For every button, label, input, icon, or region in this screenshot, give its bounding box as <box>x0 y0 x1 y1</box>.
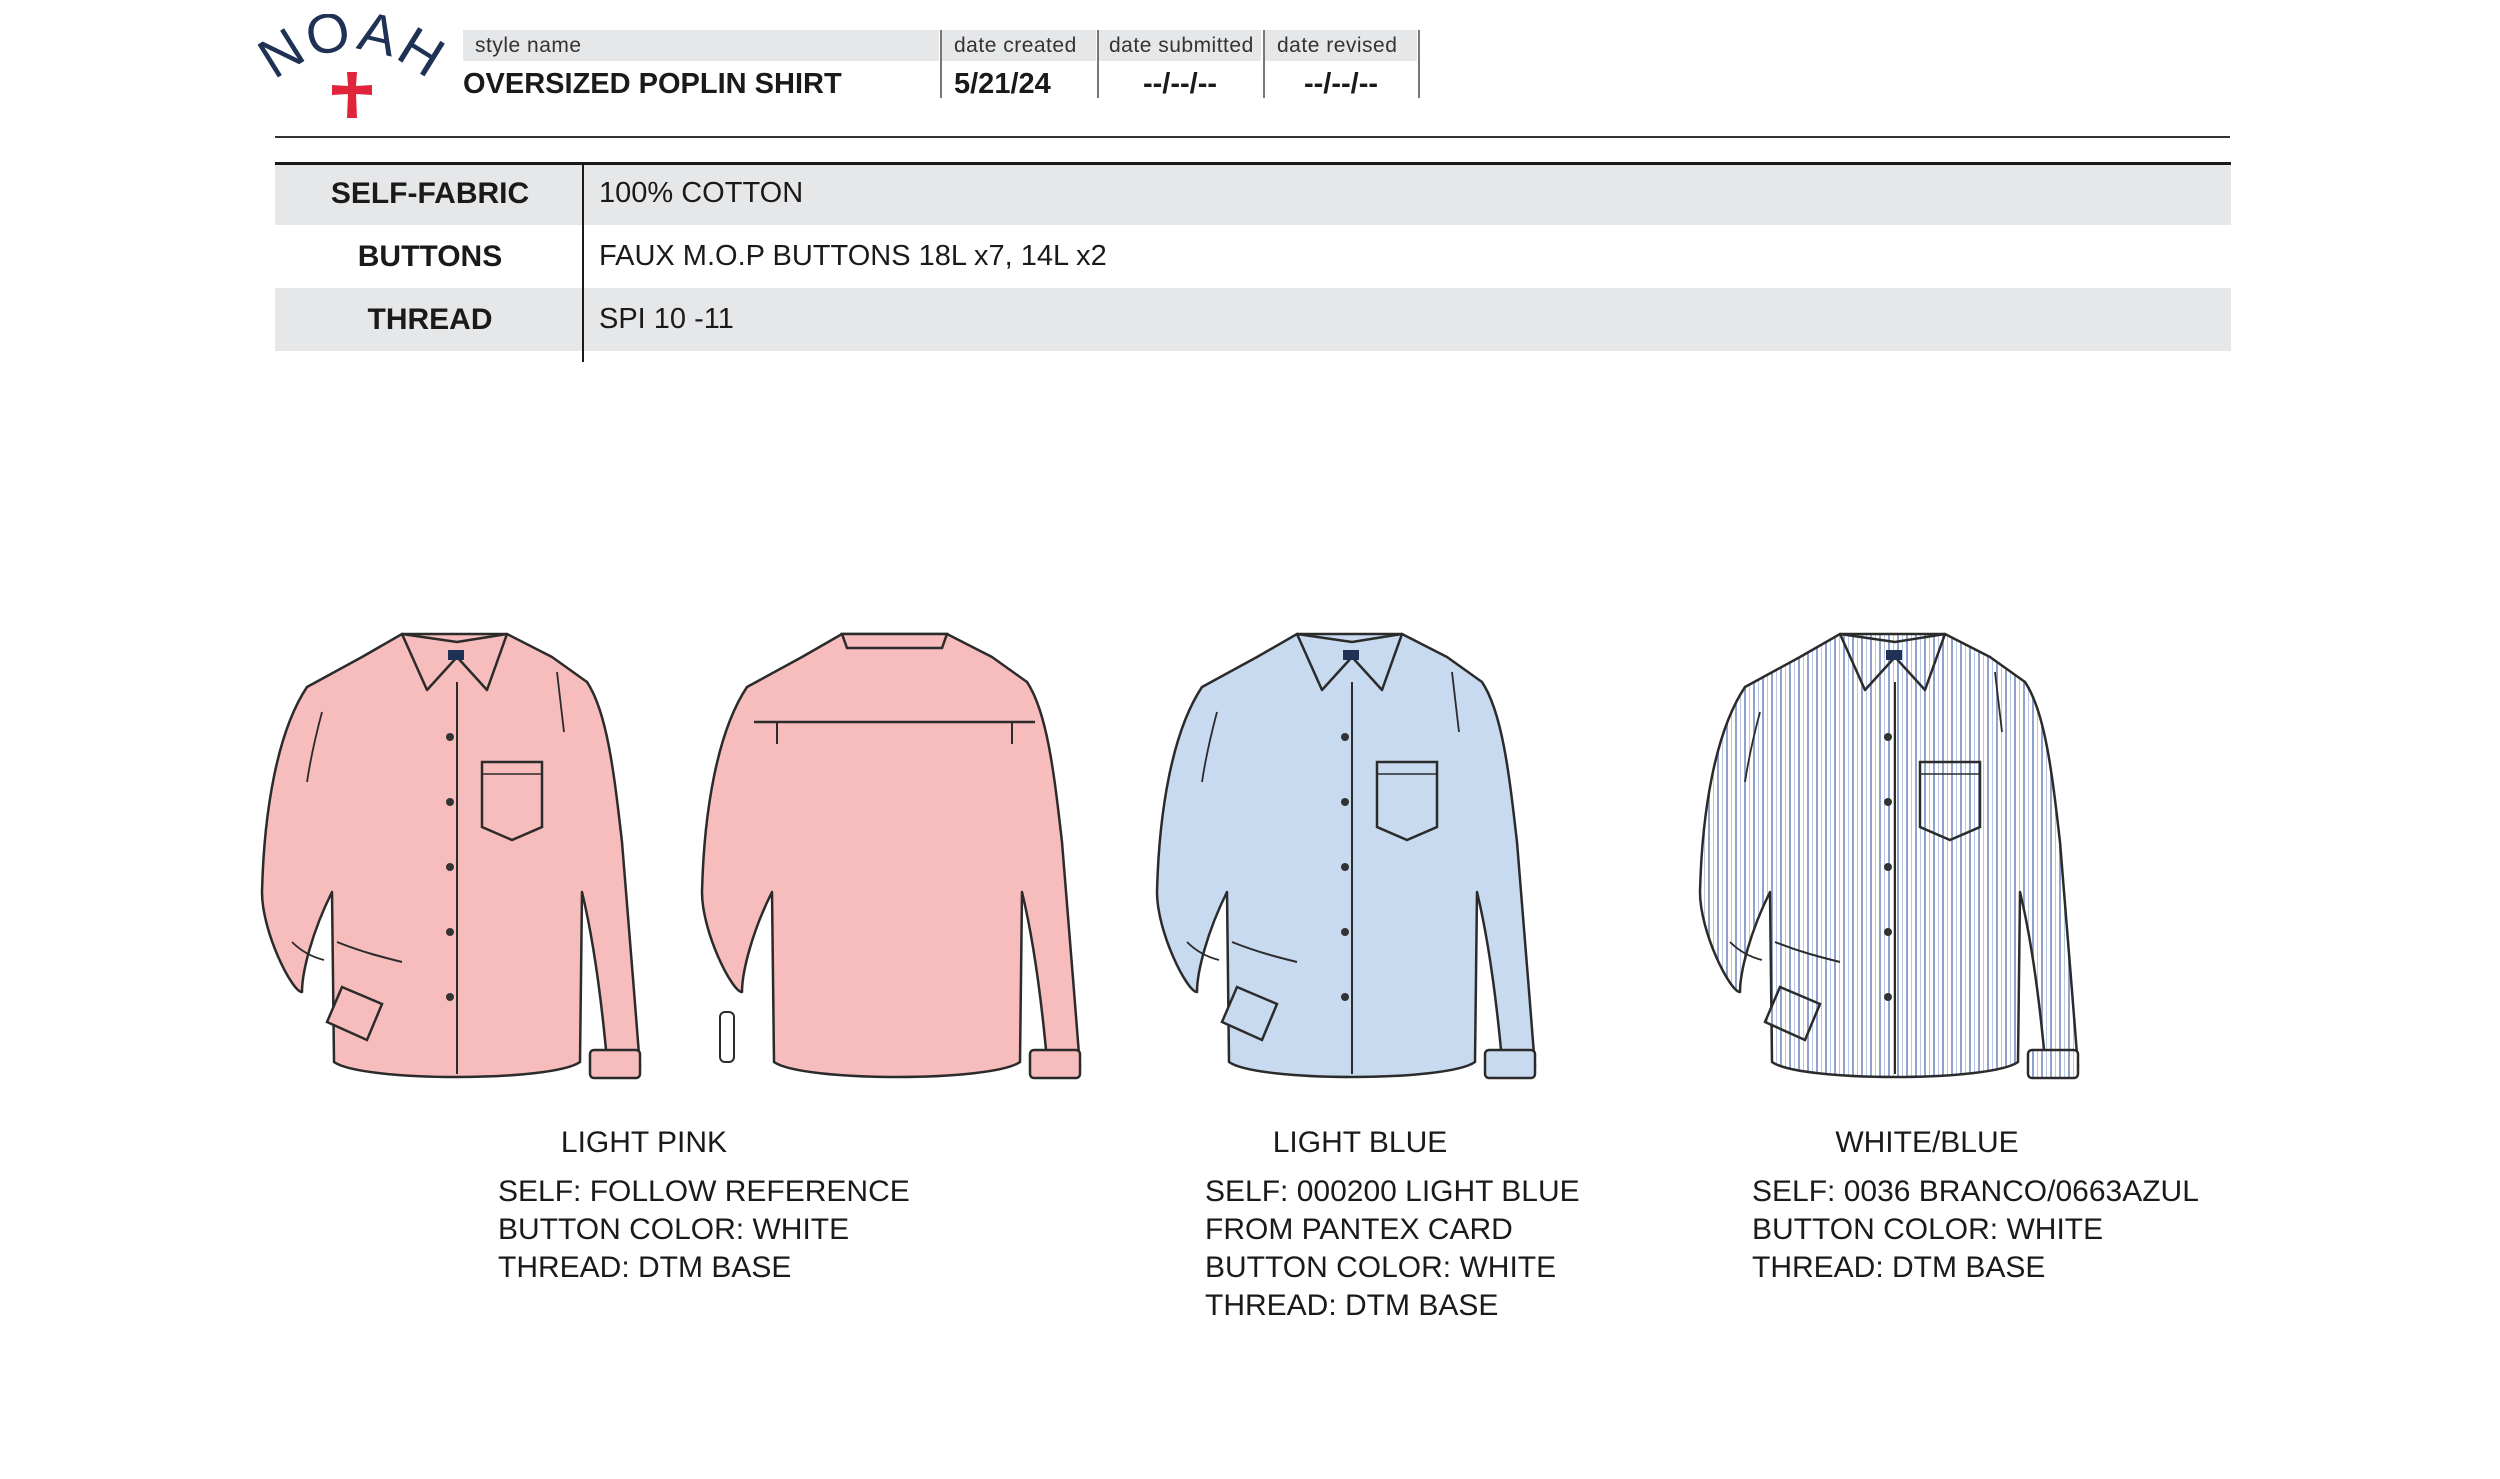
shirt-back-pink-illustration <box>700 632 1082 1080</box>
spec-row-thread: THREAD SPI 10 -11 <box>275 288 2231 351</box>
spec-value: FAUX M.O.P BUTTONS 18L x7, 14L x2 <box>599 240 1107 272</box>
date-created-cell: date created 5/21/24 <box>942 30 1096 100</box>
shirt-front-light-blue-illustration <box>1155 632 1537 1080</box>
colorway-detail-line: THREAD: DTM BASE <box>1752 1251 2046 1284</box>
colorway-details-light-blue: SELF: 000200 LIGHT BLUE FROM PANTEX CARD… <box>1205 1173 1580 1325</box>
colorway-detail-line: SELF: 000200 LIGHT BLUE <box>1205 1175 1580 1208</box>
colorway-detail-line: BUTTON COLOR: WHITE <box>1752 1213 2104 1246</box>
colorway-detail-line: SELF: FOLLOW REFERENCE <box>498 1175 910 1208</box>
spec-label: BUTTONS <box>357 240 503 273</box>
date-submitted-cell: date submitted --/--/-- <box>1099 30 1261 100</box>
style-name-label: style name <box>463 30 939 61</box>
spec-value: 100% COTTON <box>599 177 804 209</box>
spec-table-column-divider <box>582 162 584 362</box>
spec-value: SPI 10 -11 <box>599 303 734 335</box>
colorway-detail-line: SELF: 0036 BRANCO/0663AZUL <box>1752 1175 2199 1208</box>
colorway-detail-line: THREAD: DTM BASE <box>1205 1289 1499 1322</box>
date-revised-value: --/--/-- <box>1303 68 1379 100</box>
spec-row-self-fabric: SELF-FABRIC 100% COTTON <box>275 162 2231 225</box>
spec-row-buttons: BUTTONS FAUX M.O.P BUTTONS 18L x7, 14L x… <box>275 225 2231 288</box>
colorway-title-white-blue: WHITE/BLUE <box>1835 1126 2019 1159</box>
colorway-details-light-pink: SELF: FOLLOW REFERENCE BUTTON COLOR: WHI… <box>498 1173 910 1287</box>
spec-table: SELF-FABRIC 100% COTTON BUTTONS FAUX M.O… <box>275 162 2231 351</box>
red-cross-icon <box>332 72 372 118</box>
header-divider <box>275 136 2230 138</box>
style-name-cell: style name OVERSIZED POPLIN SHIRT <box>463 30 939 100</box>
date-revised-label: date revised <box>1265 30 1417 61</box>
spec-table-top-border <box>275 162 2231 165</box>
date-submitted-value: --/--/-- <box>1142 68 1218 100</box>
date-revised-cell: date revised --/--/-- <box>1265 30 1417 100</box>
style-name-value: OVERSIZED POPLIN SHIRT <box>463 68 842 100</box>
colorway-detail-line: FROM PANTEX CARD <box>1205 1213 1513 1246</box>
shirt-front-white-blue-illustration <box>1698 632 2080 1080</box>
spec-label: THREAD <box>367 303 493 336</box>
colorway-detail-line: BUTTON COLOR: WHITE <box>498 1213 850 1246</box>
date-submitted-label: date submitted <box>1099 30 1261 61</box>
date-created-value: 5/21/24 <box>954 68 1051 100</box>
colorway-title-light-pink: LIGHT PINK <box>560 1126 728 1159</box>
colorway-title-light-blue: LIGHT BLUE <box>1272 1126 1448 1159</box>
date-created-label: date created <box>942 30 1096 61</box>
colorway-details-white-blue: SELF: 0036 BRANCO/0663AZUL BUTTON COLOR:… <box>1752 1173 2199 1287</box>
shirt-front-pink-illustration <box>260 632 642 1080</box>
spec-label: SELF-FABRIC <box>330 177 530 210</box>
colorway-detail-line: THREAD: DTM BASE <box>498 1251 792 1284</box>
noah-logo: NOAH <box>252 14 452 118</box>
colorway-detail-line: BUTTON COLOR: WHITE <box>1205 1251 1557 1284</box>
